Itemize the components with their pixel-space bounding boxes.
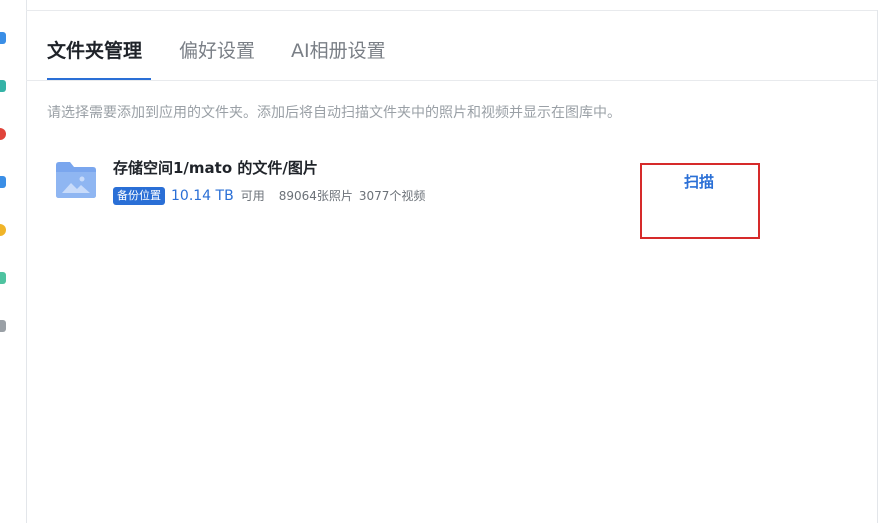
sidebar-app-icon-1[interactable] <box>0 32 6 44</box>
sidebar-app-icon-2[interactable] <box>0 80 6 92</box>
folder-list-item: 存储空间1/mato 的文件/图片 备份位置 10.14 TB 可用 89064张照片… <box>54 155 704 215</box>
folder-meta: 备份位置 10.14 TB 可用 89064张照片 3077个视频 <box>113 185 425 205</box>
sidebar-app-icon-4[interactable] <box>0 176 6 188</box>
sidebar-app-icon-3[interactable] <box>0 128 6 140</box>
scan-button[interactable]: 扫描 <box>684 171 714 192</box>
storage-size: 10.14 TB <box>171 187 234 204</box>
video-count: 3077个视频 <box>358 189 426 203</box>
tab-ai-album-settings[interactable]: AI相册设置 <box>291 38 386 64</box>
backup-location-badge: 备份位置 <box>113 186 165 205</box>
folder-image-icon <box>56 162 96 198</box>
folder-path: 存储空间1/mato 的文件/图片 <box>113 159 318 177</box>
sidebar-app-icon-7[interactable] <box>0 320 6 332</box>
sidebar-app-icon-6[interactable] <box>0 272 6 284</box>
tab-folder-management[interactable]: 文件夹管理 <box>47 38 142 64</box>
storage-available-label: 可用 <box>240 189 265 203</box>
top-divider <box>26 10 878 11</box>
tab-preferences[interactable]: 偏好设置 <box>179 38 255 64</box>
sidebar-app-icon-5[interactable] <box>0 224 6 236</box>
tabs-divider <box>26 80 878 81</box>
photo-count: 89064张照片 <box>278 189 353 203</box>
page-description: 请选择需要添加到应用的文件夹。添加后将自动扫描文件夹中的照片和视频并显示在图库中… <box>47 105 621 121</box>
sidebar-strip <box>0 0 27 523</box>
